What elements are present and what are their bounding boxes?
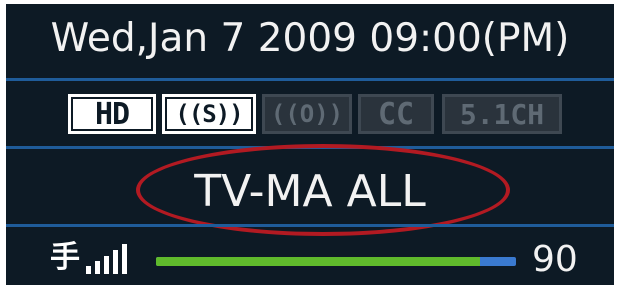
surround-badge-label: ((O)) <box>270 100 344 128</box>
signal-bar <box>113 250 118 274</box>
hd-badge-label: HD <box>71 97 153 132</box>
signal-bar <box>86 266 91 274</box>
divider-top <box>6 78 614 81</box>
stereo-badge-label: ((S)) <box>165 97 253 131</box>
hd-badge: HD <box>68 94 156 134</box>
signal-bar <box>104 256 109 274</box>
signal-bar <box>122 244 127 274</box>
datetime-text: Wed,Jan 7 2009 09:00(PM) <box>50 16 570 61</box>
closed-caption-badge: CC <box>358 94 434 134</box>
rating-highlight-ellipse <box>136 144 510 236</box>
signal-strength-fill <box>156 257 480 266</box>
signal-strength-value: 90 <box>532 239 578 280</box>
signal-strength-meter <box>156 257 516 266</box>
closed-caption-badge-label: CC <box>377 96 415 132</box>
signal-strength-row: 手 90 <box>6 238 614 282</box>
surround-badge: ((O)) <box>262 94 352 134</box>
divider-bottom <box>6 224 614 227</box>
antenna-icon: 手 <box>50 240 80 275</box>
five-one-channel-badge-label: 5.1CH <box>459 97 545 131</box>
five-one-channel-badge: 5.1CH <box>442 94 562 134</box>
channel-info-panel: Wed,Jan 7 2009 09:00(PM) HD ((S)) ((O)) … <box>6 4 614 285</box>
signal-bars-icon <box>86 244 132 274</box>
audio-video-badges: HD ((S)) ((O)) CC 5.1CH <box>6 94 614 136</box>
signal-bar <box>95 261 100 274</box>
stereo-badge: ((S)) <box>162 94 256 134</box>
